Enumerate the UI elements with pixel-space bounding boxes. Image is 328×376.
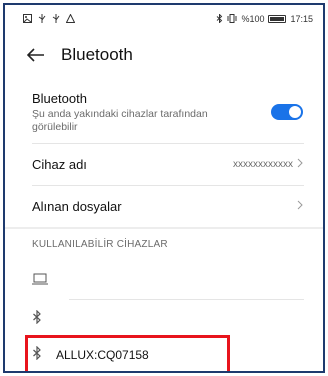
device-item-bluetooth[interactable] [5,301,323,337]
bluetooth-toggle-row[interactable]: Bluetooth Şu anda yakındaki cihazlar tar… [5,83,323,141]
status-right-icons: %100 17:15 [216,12,313,25]
warning-icon [65,12,76,25]
usb-icon [38,13,46,25]
bluetooth-toggle-subtitle: Şu anda yakındaki cihazlar tarafından gö… [32,107,208,133]
laptop-icon [32,272,48,290]
chevron-right-icon [297,157,303,171]
battery-fill [270,17,285,21]
bluetooth-toggle-title: Bluetooth [32,90,87,106]
usb-icon [52,13,60,25]
bluetooth-toggle-text: Bluetooth Şu anda yakındaki cihazlar tar… [32,91,242,134]
bluetooth-icon [32,309,42,329]
bluetooth-switch[interactable] [271,104,303,120]
back-arrow-icon[interactable] [25,44,47,66]
device-name-row[interactable]: Cihaz adı xxxxxxxxxxxx [5,143,323,185]
section-separator [5,227,323,229]
device-item-laptop[interactable] [5,263,323,299]
device-name-value-wrap: xxxxxxxxxxxx [233,157,303,171]
device-name-label: Cihaz adı [32,156,87,172]
phone-screen: %100 17:15 Bluetooth Bluetooth Şu anda y… [3,3,325,373]
image-icon [23,13,32,25]
divider [69,299,304,300]
battery-icon [268,15,287,23]
status-left-icons [23,12,76,25]
bluetooth-status-icon [216,12,223,25]
available-devices-title: KULLANILABİLİR CİHAZLAR [32,239,168,250]
status-bar: %100 17:15 [5,5,323,33]
chevron-right-icon [297,199,303,213]
received-files-row[interactable]: Alınan dosyalar [5,185,323,227]
switch-knob [289,106,301,118]
highlight-box [25,335,230,371]
battery-percent: %100 [241,14,265,24]
device-name-value: xxxxxxxxxxxx [233,158,293,170]
page-title: Bluetooth [61,45,133,64]
received-files-label: Alınan dosyalar [32,198,122,214]
vibrate-icon [227,13,237,25]
clock: 17:15 [290,14,313,24]
app-bar: Bluetooth [5,35,323,75]
